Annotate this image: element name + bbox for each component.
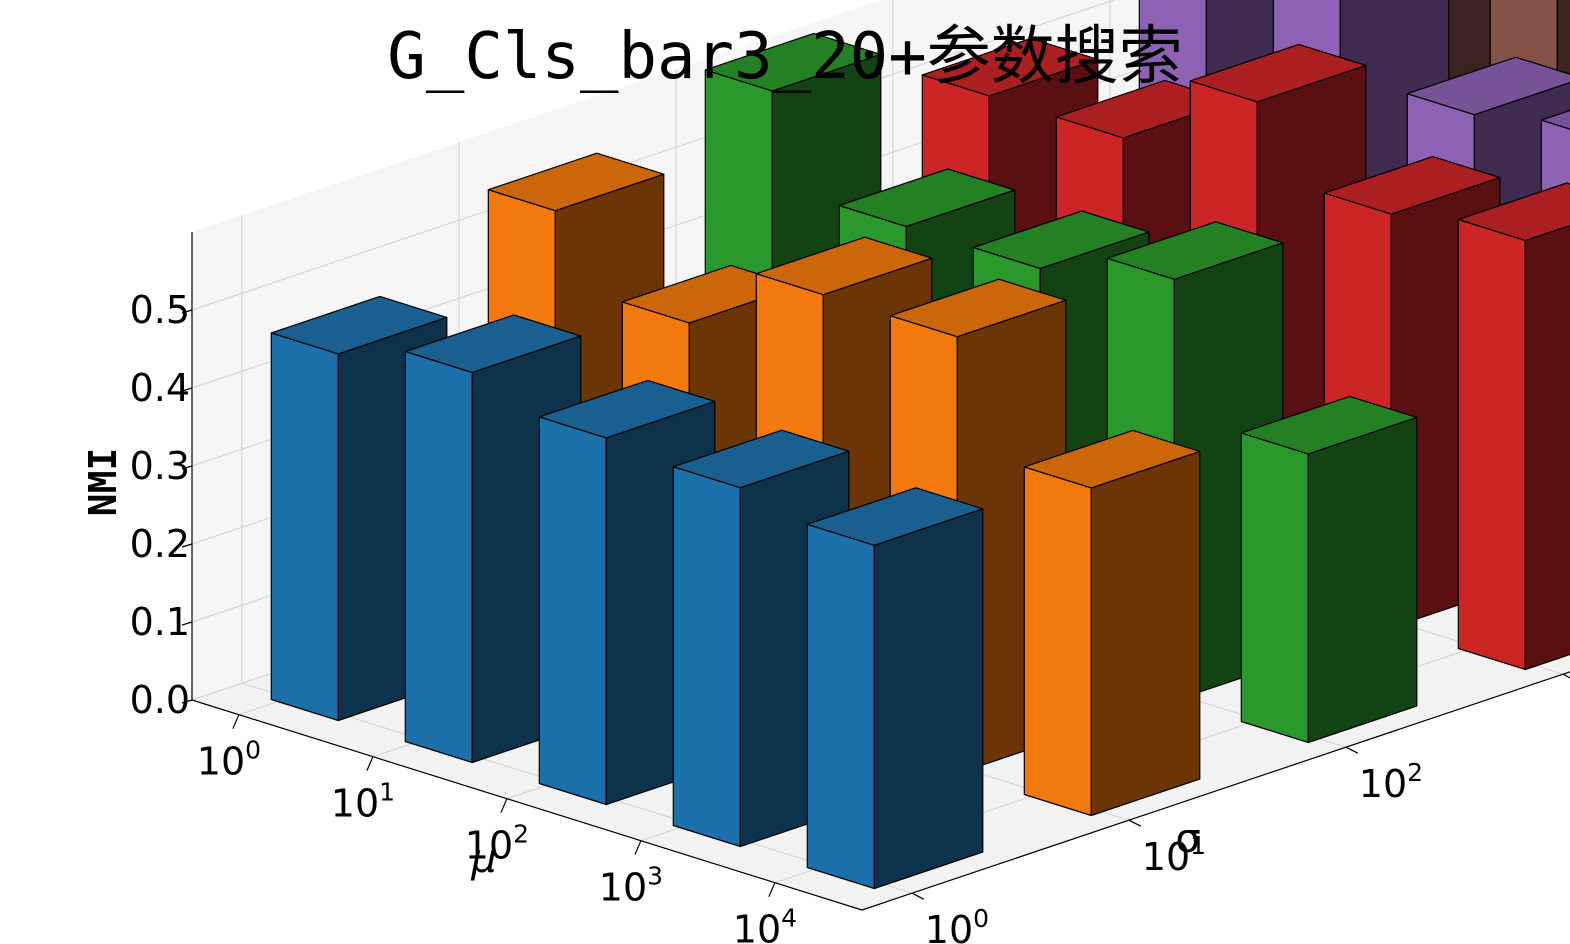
sigma-tick	[1345, 746, 1359, 754]
mu-tick-label: 101	[331, 778, 395, 826]
mu-tick	[366, 756, 374, 771]
sigma-axis-label: σ	[1175, 816, 1200, 862]
sigma-tick-label: 100	[925, 904, 989, 944]
z-axis-label: NMI	[81, 448, 125, 517]
chart-title: G_Cls_bar3_20+参数搜索	[387, 20, 1182, 94]
z-tick-label: 0.0	[130, 678, 190, 722]
bar-side-face	[873, 508, 984, 890]
sigma-tick-label: 102	[1359, 758, 1423, 806]
bar-side-face	[1090, 450, 1201, 817]
bar-front-face	[270, 332, 339, 722]
bar-mu4-sigma0	[806, 487, 984, 890]
bar-side-face	[1524, 224, 1570, 671]
bar-front-face	[806, 523, 875, 890]
z-tick-label: 0.4	[130, 366, 190, 410]
z-tick-label: 0.3	[130, 444, 190, 488]
bar-front-face	[1023, 466, 1092, 817]
z-tick-label: 0.2	[130, 522, 190, 566]
bar-front-face	[538, 416, 607, 806]
z-tick-label: 0.5	[130, 288, 190, 332]
bar-mu4-sigma1	[1023, 429, 1201, 817]
mu-tick	[500, 798, 508, 813]
bar-front-face	[1240, 432, 1309, 744]
bar-front-face	[672, 466, 741, 848]
mu-tick	[768, 882, 776, 897]
z-tick-label: 0.1	[130, 600, 190, 644]
sigma-tick	[911, 892, 925, 900]
sigma-tick	[1562, 673, 1570, 679]
bar3d-chart: 1001011021031041001011021031041050.00.10…	[81, 0, 1570, 944]
mu-axis-label: μ	[470, 836, 496, 882]
bar-mu4-sigma2	[1240, 395, 1418, 744]
mu-tick	[232, 714, 240, 729]
mu-tick-label: 104	[733, 904, 797, 944]
mu-tick-label: 100	[197, 736, 261, 784]
bar-front-face	[1457, 218, 1526, 671]
bar-front-face	[404, 350, 473, 764]
sigma-tick	[1128, 819, 1142, 827]
bar-mu4-sigma3	[1457, 182, 1570, 671]
bar-side-face	[1307, 416, 1418, 744]
mu-tick-label: 103	[599, 862, 663, 910]
mu-tick	[634, 840, 642, 855]
